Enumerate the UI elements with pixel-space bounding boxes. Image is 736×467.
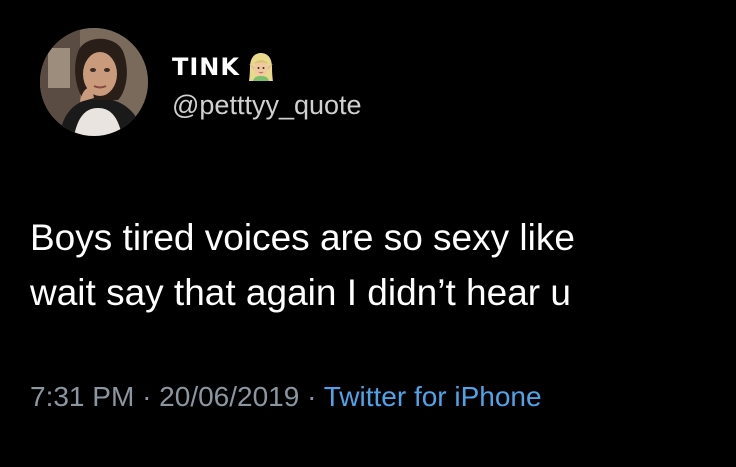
tweet-card: TINK @petttyy_quote Boys tired voices ar… bbox=[0, 0, 736, 467]
tweet-source-link[interactable]: Twitter for iPhone bbox=[324, 381, 542, 412]
profile-photo-avatar bbox=[40, 28, 148, 136]
avatar[interactable] bbox=[40, 28, 148, 136]
tweet-text: Boys tired voices are so sexy like wait … bbox=[30, 210, 720, 320]
tweet-date[interactable]: 20/06/2019 bbox=[159, 381, 299, 412]
author-handle[interactable]: @petttyy_quote bbox=[172, 90, 362, 121]
woman-elf-icon bbox=[246, 51, 276, 83]
meta-separator: · bbox=[142, 381, 152, 412]
author-name-row[interactable]: TINK bbox=[172, 50, 276, 84]
tweet-text-line: Boys tired voices are so sexy like bbox=[30, 217, 575, 258]
meta-separator: · bbox=[307, 381, 317, 412]
tweet-time[interactable]: 7:31 PM bbox=[30, 381, 134, 412]
tweet-meta: 7:31 PM · 20/06/2019 · Twitter for iPhon… bbox=[30, 381, 542, 413]
tweet-text-line: wait say that again I didn’t hear u bbox=[30, 272, 571, 313]
display-name[interactable]: TINK bbox=[172, 53, 240, 81]
